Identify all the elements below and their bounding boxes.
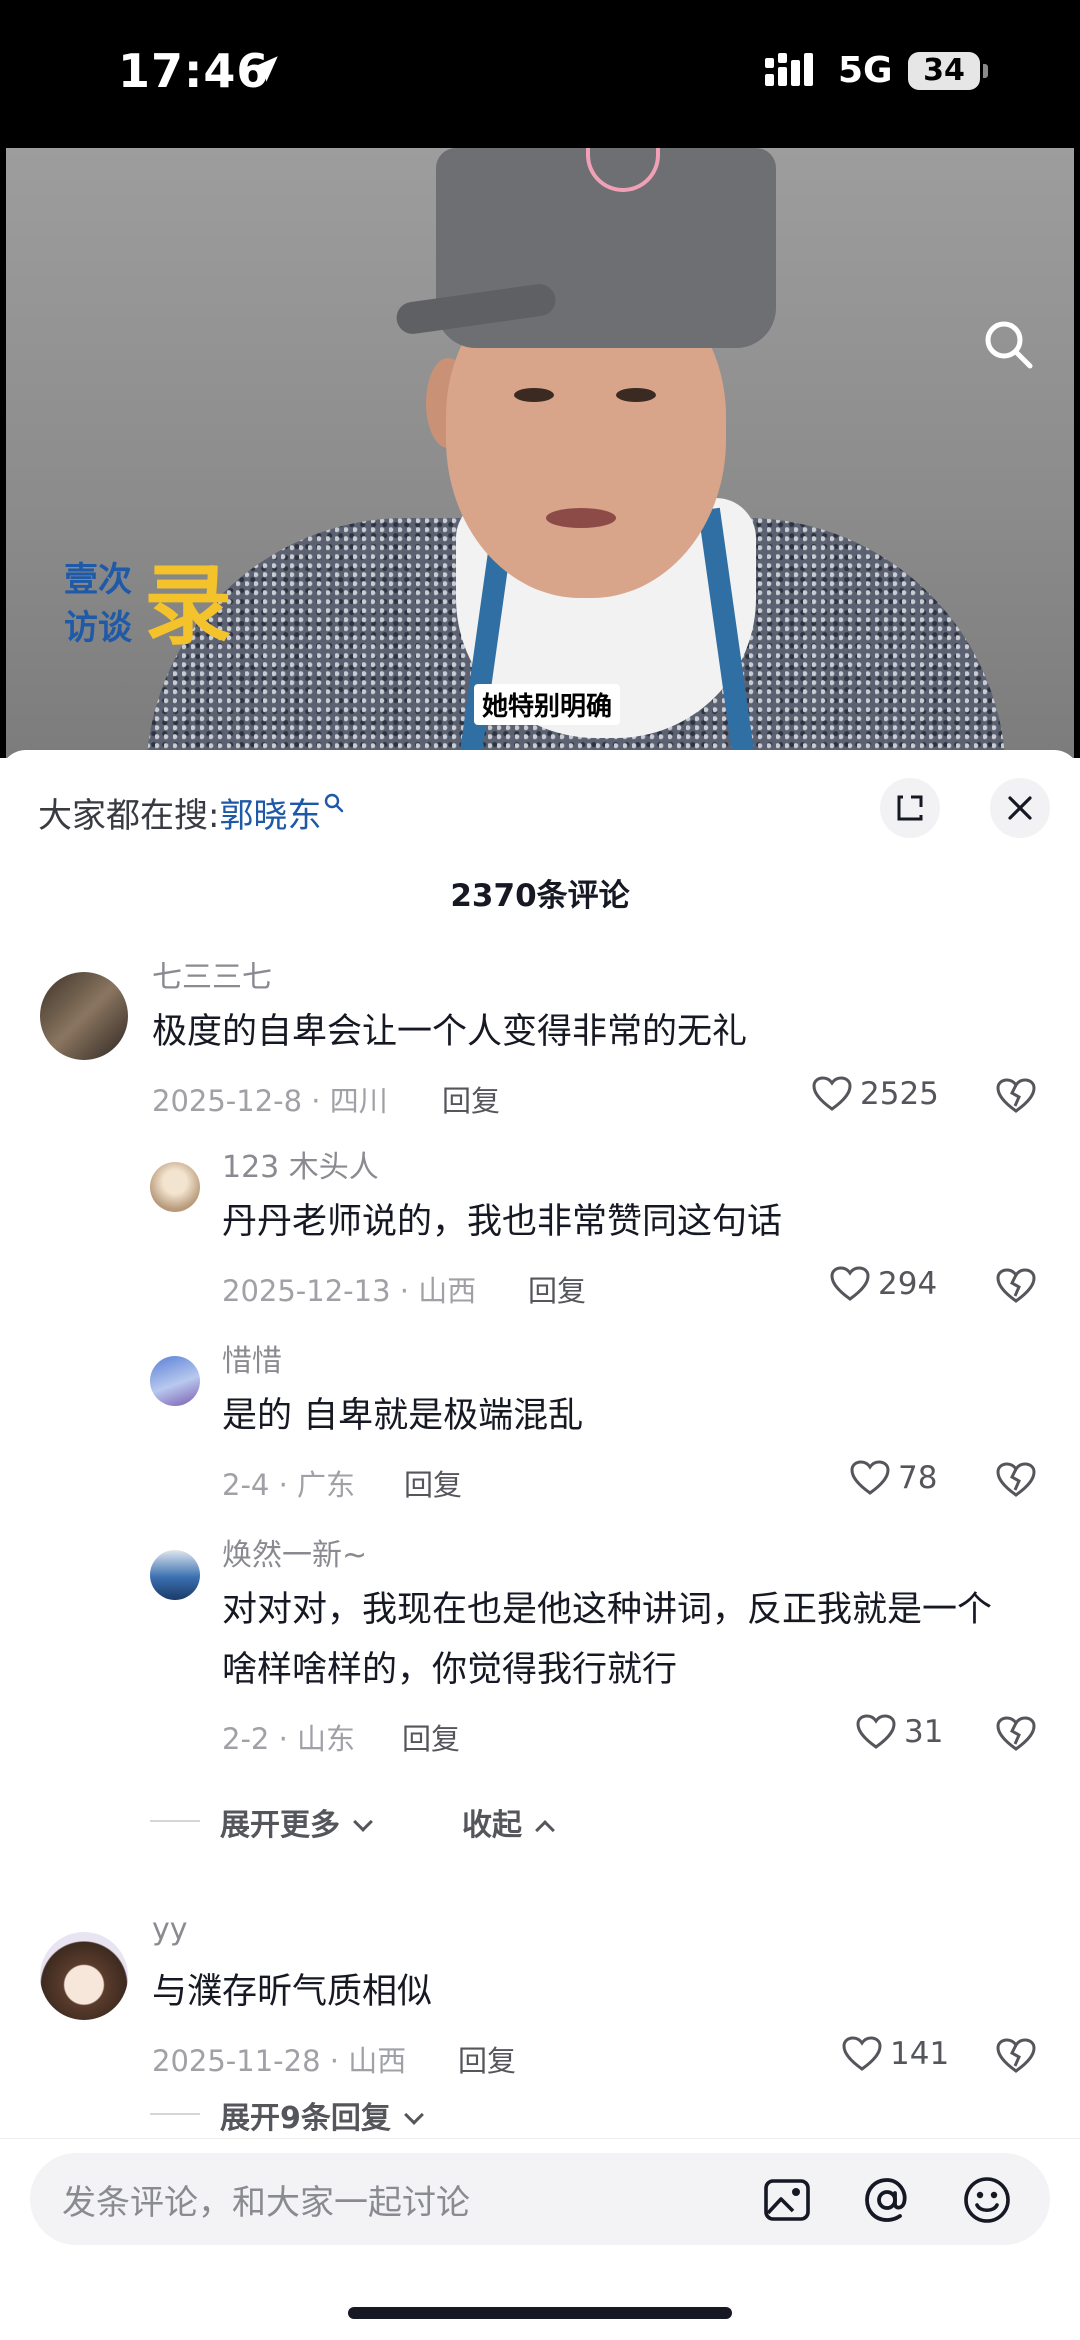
expand-icon	[897, 795, 923, 821]
video-figure-eye	[616, 388, 656, 402]
like-button[interactable]: 2525	[812, 1074, 952, 1114]
video-frame: 壹次 访谈 录 她特别明确	[6, 148, 1074, 758]
comment-item: 七三三七 极度的自卑会让一个人变得非常的无礼 2025-12-8 · 四川 回复…	[0, 950, 1080, 1118]
comment-text: 是的 自卑就是极端混乱	[222, 1396, 584, 1436]
comment-text: 与濮存昕气质相似	[152, 1972, 433, 2012]
like-button[interactable]: 31	[856, 1712, 956, 1752]
comment-author[interactable]: 123 木头人	[222, 1142, 379, 1186]
brand-line-2: 访谈	[64, 608, 132, 648]
location-arrow-icon	[252, 56, 278, 82]
avatar[interactable]	[150, 1550, 200, 1600]
avatar[interactable]	[150, 1162, 200, 1212]
broken-heart-icon[interactable]	[996, 1076, 1036, 1116]
thread-divider	[150, 1820, 200, 1822]
heart-outline-icon	[856, 1714, 896, 1749]
thread-divider	[150, 2113, 200, 2115]
heart-outline-icon	[830, 1266, 870, 1301]
video-figure-mouth	[546, 508, 616, 528]
comment-meta: 2025-11-28 · 山西	[152, 2044, 407, 2078]
comment-input[interactable]: 发条评论，和大家一起讨论	[30, 2153, 1050, 2245]
avatar[interactable]	[40, 1932, 128, 2020]
reply-item: 焕然一新~ 对对对，我现在也是他这种讲词，反正我就是一个 啥样啥样的，你觉得我行…	[0, 1528, 1080, 1756]
reply-button[interactable]: 回复	[458, 2038, 516, 2080]
comment-meta: 2-2 · 山东	[222, 1722, 356, 1756]
video-player[interactable]: 壹次 访谈 录 她特别明确	[0, 148, 1080, 758]
heart-outline-icon	[850, 1460, 890, 1495]
heart-outline-icon	[842, 2036, 882, 2071]
home-indicator[interactable]	[348, 2307, 732, 2319]
status-time: 17:46	[118, 44, 270, 98]
search-icon	[325, 793, 344, 813]
expand-replies-label: 展开9条回复	[220, 2101, 391, 2136]
broken-heart-icon[interactable]	[996, 1714, 1036, 1754]
expand-more-button[interactable]: 展开更多	[220, 1800, 374, 1844]
expand-button[interactable]	[880, 778, 940, 838]
comment-author[interactable]: yy	[152, 1912, 188, 1947]
reply-item: 惜惜 是的 自卑就是极端混乱 2-4 · 广东 回复 78	[0, 1334, 1080, 1502]
like-count: 141	[890, 2036, 950, 2072]
emoji-icon[interactable]	[962, 2175, 1012, 2225]
comment-meta: 2-4 · 广东	[222, 1468, 356, 1502]
battery-level: 34	[908, 52, 980, 90]
collapse-label: 收起	[462, 1808, 522, 1843]
reply-button[interactable]: 回复	[442, 1078, 500, 1120]
video-figure-eye	[514, 388, 554, 402]
comment-sheet: 大家都在搜:郭晓东 2370条评论 七三三七 极度的自卑会让一个人变得非常的无礼…	[0, 750, 1080, 2340]
broken-heart-icon[interactable]	[996, 1266, 1036, 1306]
like-button[interactable]: 78	[850, 1458, 950, 1498]
comment-text: 啥样啥样的，你觉得我行就行	[222, 1650, 678, 1690]
broken-heart-icon[interactable]	[996, 2036, 1036, 2076]
broken-heart-icon[interactable]	[996, 1460, 1036, 1500]
close-icon	[1008, 796, 1032, 820]
reply-button[interactable]: 回复	[404, 1462, 462, 1504]
avatar[interactable]	[40, 972, 128, 1060]
status-bar: 17:46 5G 34	[0, 0, 1080, 148]
like-count: 31	[904, 1714, 944, 1750]
like-count: 78	[898, 1460, 938, 1496]
trending-keyword[interactable]: 郭晓东	[219, 796, 321, 836]
comment-author[interactable]: 焕然一新~	[222, 1530, 367, 1574]
at-icon[interactable]	[862, 2175, 912, 2225]
comment-count-title: 2370条评论	[450, 878, 630, 914]
chevron-down-icon	[353, 1812, 374, 1832]
reply-button[interactable]: 回复	[528, 1268, 586, 1310]
comment-author[interactable]: 惜惜	[222, 1336, 282, 1380]
avatar[interactable]	[150, 1356, 200, 1406]
battery-tip	[983, 64, 988, 78]
chevron-down-icon	[404, 2105, 425, 2125]
comment-meta: 2025-12-13 · 山西	[222, 1274, 477, 1308]
comment-input-placeholder: 发条评论，和大家一起讨论	[62, 2183, 470, 2223]
comment-text: 极度的自卑会让一个人变得非常的无礼	[152, 1012, 748, 1052]
video-subtitle: 她特别明确	[474, 684, 621, 725]
comment-author[interactable]: 七三三七	[152, 952, 272, 996]
trending-label: 大家都在搜:	[38, 796, 220, 836]
reply-button[interactable]: 回复	[402, 1716, 460, 1758]
network-type: 5G	[838, 50, 893, 91]
expand-replies-button[interactable]: 展开9条回复	[220, 2093, 425, 2137]
collapse-button[interactable]: 收起	[462, 1800, 556, 1844]
comment-item: yy 与濮存昕气质相似 2025-11-28 · 山西 回复 141	[0, 1910, 1080, 2078]
like-button[interactable]: 141	[842, 2034, 952, 2074]
brand-big-char: 录	[144, 554, 233, 657]
close-button[interactable]	[990, 778, 1050, 838]
image-icon[interactable]	[762, 2175, 812, 2225]
like-count: 294	[878, 1266, 938, 1302]
trending-search[interactable]: 大家都在搜:郭晓东	[38, 788, 345, 837]
signal-icon	[765, 53, 813, 86]
expand-more-label: 展开更多	[220, 1808, 340, 1843]
like-count: 2525	[860, 1076, 939, 1112]
search-icon[interactable]	[980, 316, 1036, 372]
like-button[interactable]: 294	[830, 1264, 950, 1304]
reply-item: 123 木头人 丹丹老师说的，我也非常赞同这句话 2025-12-13 · 山西…	[0, 1140, 1080, 1308]
heart-outline-icon	[812, 1076, 852, 1111]
brand-line-1: 壹次	[64, 560, 132, 600]
comment-meta: 2025-12-8 · 四川	[152, 1084, 388, 1118]
comment-text: 丹丹老师说的，我也非常赞同这句话	[222, 1202, 783, 1242]
chevron-up-icon	[535, 1820, 556, 1840]
comment-text: 对对对，我现在也是他这种讲词，反正我就是一个	[222, 1590, 993, 1630]
